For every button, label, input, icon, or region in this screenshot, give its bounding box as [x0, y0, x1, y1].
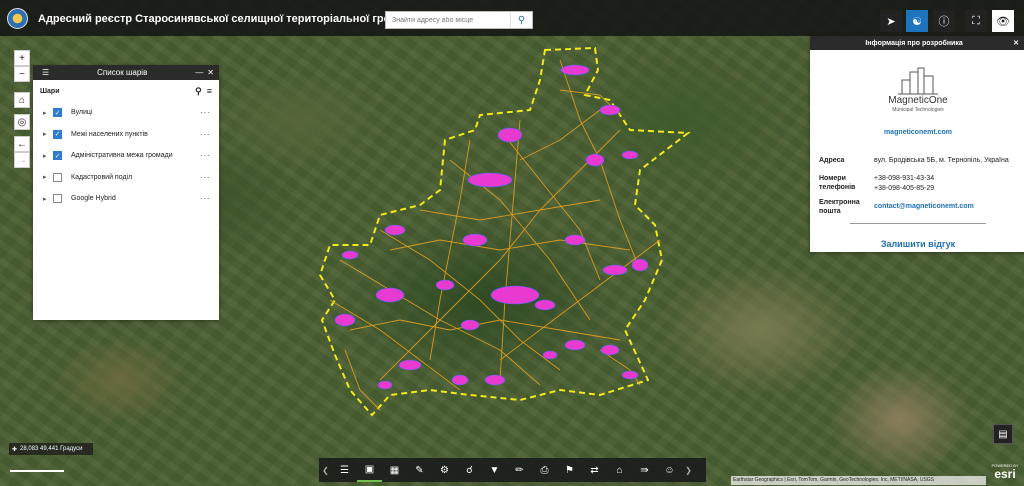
community-emblem-icon	[7, 8, 28, 29]
expand-icon[interactable]: ▸	[43, 195, 53, 203]
expand-icon[interactable]: ▸	[43, 130, 53, 138]
phones-label-line1: Номери	[819, 175, 846, 182]
basemap-gallery-icon[interactable]: ▦	[382, 458, 407, 482]
address-value: вул. Бродівська 5Б, м. Тернопіль, Україн…	[874, 157, 1009, 164]
layer-checkbox[interactable]: ✓	[53, 108, 62, 118]
query-icon[interactable]: ☌	[457, 458, 482, 482]
print-icon[interactable]: ⎙	[532, 458, 557, 482]
layer-row[interactable]: ▸ ✓ Адміністративна межа громади ···	[33, 145, 219, 167]
info-icon[interactable]: ⓘ	[933, 10, 955, 32]
home-icon[interactable]: ⌂	[607, 458, 632, 482]
app-header: Адресний реєстр Старосинявської селищної…	[0, 0, 1024, 36]
layer-checkbox[interactable]: ✓	[53, 151, 62, 161]
developer-info-panel: Інформація про розробника ✕ MagneticOne …	[810, 36, 1024, 252]
layer-checkbox[interactable]: ✓	[53, 129, 62, 139]
scale-bar	[10, 470, 64, 472]
layer-name: Кадастровий поділ	[71, 173, 133, 181]
expand-icon[interactable]: ▸	[43, 109, 53, 117]
draw-icon[interactable]: ✎	[407, 458, 432, 482]
info-panel-header: Інформація про розробника ✕	[810, 36, 1024, 50]
phone-2: +38-098-405-85-29	[874, 185, 935, 192]
layer-row[interactable]: ▸ ✓ Вулиці ···	[33, 102, 219, 124]
fullscreen-icon[interactable]: ⛶	[965, 10, 987, 32]
edit-icon[interactable]: ✏	[507, 458, 532, 482]
eye-icon[interactable]: 👁	[992, 10, 1014, 32]
filter-list-icon[interactable]: ≡	[207, 86, 212, 96]
forward-arrow-icon[interactable]: →	[14, 152, 30, 168]
email-link[interactable]: contact@magneticonemt.com	[874, 202, 974, 211]
app-title: Адресний реєстр Старосинявської селищної…	[38, 13, 419, 25]
esri-logo: POWERED BY esri	[988, 463, 1022, 483]
share-icon[interactable]: ➤	[880, 10, 902, 32]
layer-name: Адміністративна межа громади	[71, 152, 173, 160]
layer-checkbox[interactable]	[53, 172, 62, 182]
feedback-link[interactable]: Залишити відгук	[840, 239, 996, 249]
layers-panel: ☰ Список шарів — ✕ Шари ⚲ ≡ ▸ ✓ Вулиці ·…	[33, 65, 219, 320]
swipe-icon[interactable]: ⇄	[582, 458, 607, 482]
address-label: Адреса	[819, 157, 845, 164]
more-options-icon[interactable]: ···	[200, 130, 211, 139]
layer-name: Межі населених пунктів	[71, 130, 148, 138]
layers-subheader: Шари ⚲ ≡	[33, 80, 219, 102]
esri-brand: esri	[994, 467, 1016, 481]
phones-label-line2: телефонів	[819, 184, 856, 191]
more-options-icon[interactable]: ···	[200, 151, 211, 160]
company-tagline: Municipal Technologies	[892, 107, 944, 113]
search-icon[interactable]: ⚲	[195, 86, 202, 97]
search-input[interactable]	[386, 12, 510, 28]
layers-icon[interactable]: ▣	[357, 458, 382, 482]
minimize-icon[interactable]: —	[195, 68, 203, 77]
analysis-icon[interactable]: ⚙	[432, 458, 457, 482]
zoom-in-button[interactable]: +	[14, 50, 30, 66]
layers-icon: ☰	[42, 68, 50, 77]
more-options-icon[interactable]: ···	[200, 194, 211, 203]
community-boundary	[318, 46, 691, 417]
info-panel-title: Інформація про розробника	[865, 39, 963, 47]
close-icon[interactable]: ✕	[1013, 39, 1019, 47]
layer-name: Google Hybrid	[71, 195, 116, 203]
toolbar-next-icon[interactable]: ❯	[682, 458, 695, 482]
measure-icon[interactable]: ⇛	[632, 458, 657, 482]
map-attribution: Earthstar Geographics | Esri, TomTom, Ga…	[731, 476, 986, 485]
zoom-out-button[interactable]: −	[14, 66, 30, 82]
layer-name: Вулиці	[71, 109, 93, 117]
accessibility-icon[interactable]: ☯	[906, 10, 928, 32]
divider	[850, 223, 986, 224]
more-options-icon[interactable]: ···	[200, 108, 211, 117]
legend-icon[interactable]: ▤	[993, 424, 1013, 444]
layer-row[interactable]: ▸ ✓ Межі населених пунктів ···	[33, 124, 219, 146]
more-options-icon[interactable]: ···	[200, 173, 211, 182]
toolbar-prev-icon[interactable]: ❮	[319, 458, 332, 482]
expand-icon[interactable]: ▸	[43, 173, 53, 181]
layers-subtitle: Шари	[40, 87, 60, 95]
phone-1: +38-098-931-43-34	[874, 175, 935, 182]
search-icon[interactable]: ⚲	[510, 12, 532, 28]
layers-panel-title: Список шарів	[97, 68, 148, 77]
company-site-link[interactable]: magneticonemt.com	[860, 129, 976, 136]
layers-panel-header: ☰ Список шарів — ✕	[33, 65, 219, 80]
expand-icon[interactable]: ▸	[43, 152, 53, 160]
locate-icon[interactable]: ◎	[14, 114, 30, 130]
legend-list-icon[interactable]: ☰	[332, 458, 357, 482]
coordinate-text: 28,083 49,441 Градуси	[20, 446, 83, 452]
company-name: MagneticOne	[888, 95, 948, 106]
home-icon[interactable]: ⌂	[14, 92, 30, 108]
layer-checkbox[interactable]	[53, 194, 62, 204]
email-label-line1: Електронна	[819, 199, 860, 206]
layer-row[interactable]: ▸ Кадастровий поділ ···	[33, 167, 219, 189]
coordinate-readout: ✚ 28,083 49,441 Градуси	[9, 443, 93, 455]
layer-row[interactable]: ▸ Google Hybrid ···	[33, 188, 219, 210]
crosshair-icon: ✚	[12, 446, 18, 453]
search-box: ⚲	[385, 11, 533, 29]
feedback-smile-icon[interactable]: ☺	[657, 458, 682, 482]
bottom-toolbar: ❮ ☰ ▣ ▦ ✎ ⚙ ☌ ▼ ✏ ⎙ ⚑ ⇄ ⌂ ⇛ ☺ ❯	[319, 458, 706, 482]
bookmark-icon[interactable]: ⚑	[557, 458, 582, 482]
filter-icon[interactable]: ▼	[482, 458, 507, 482]
back-arrow-icon[interactable]: ←	[14, 136, 30, 152]
close-icon[interactable]: ✕	[207, 68, 214, 77]
email-label-line2: пошта	[819, 208, 841, 215]
